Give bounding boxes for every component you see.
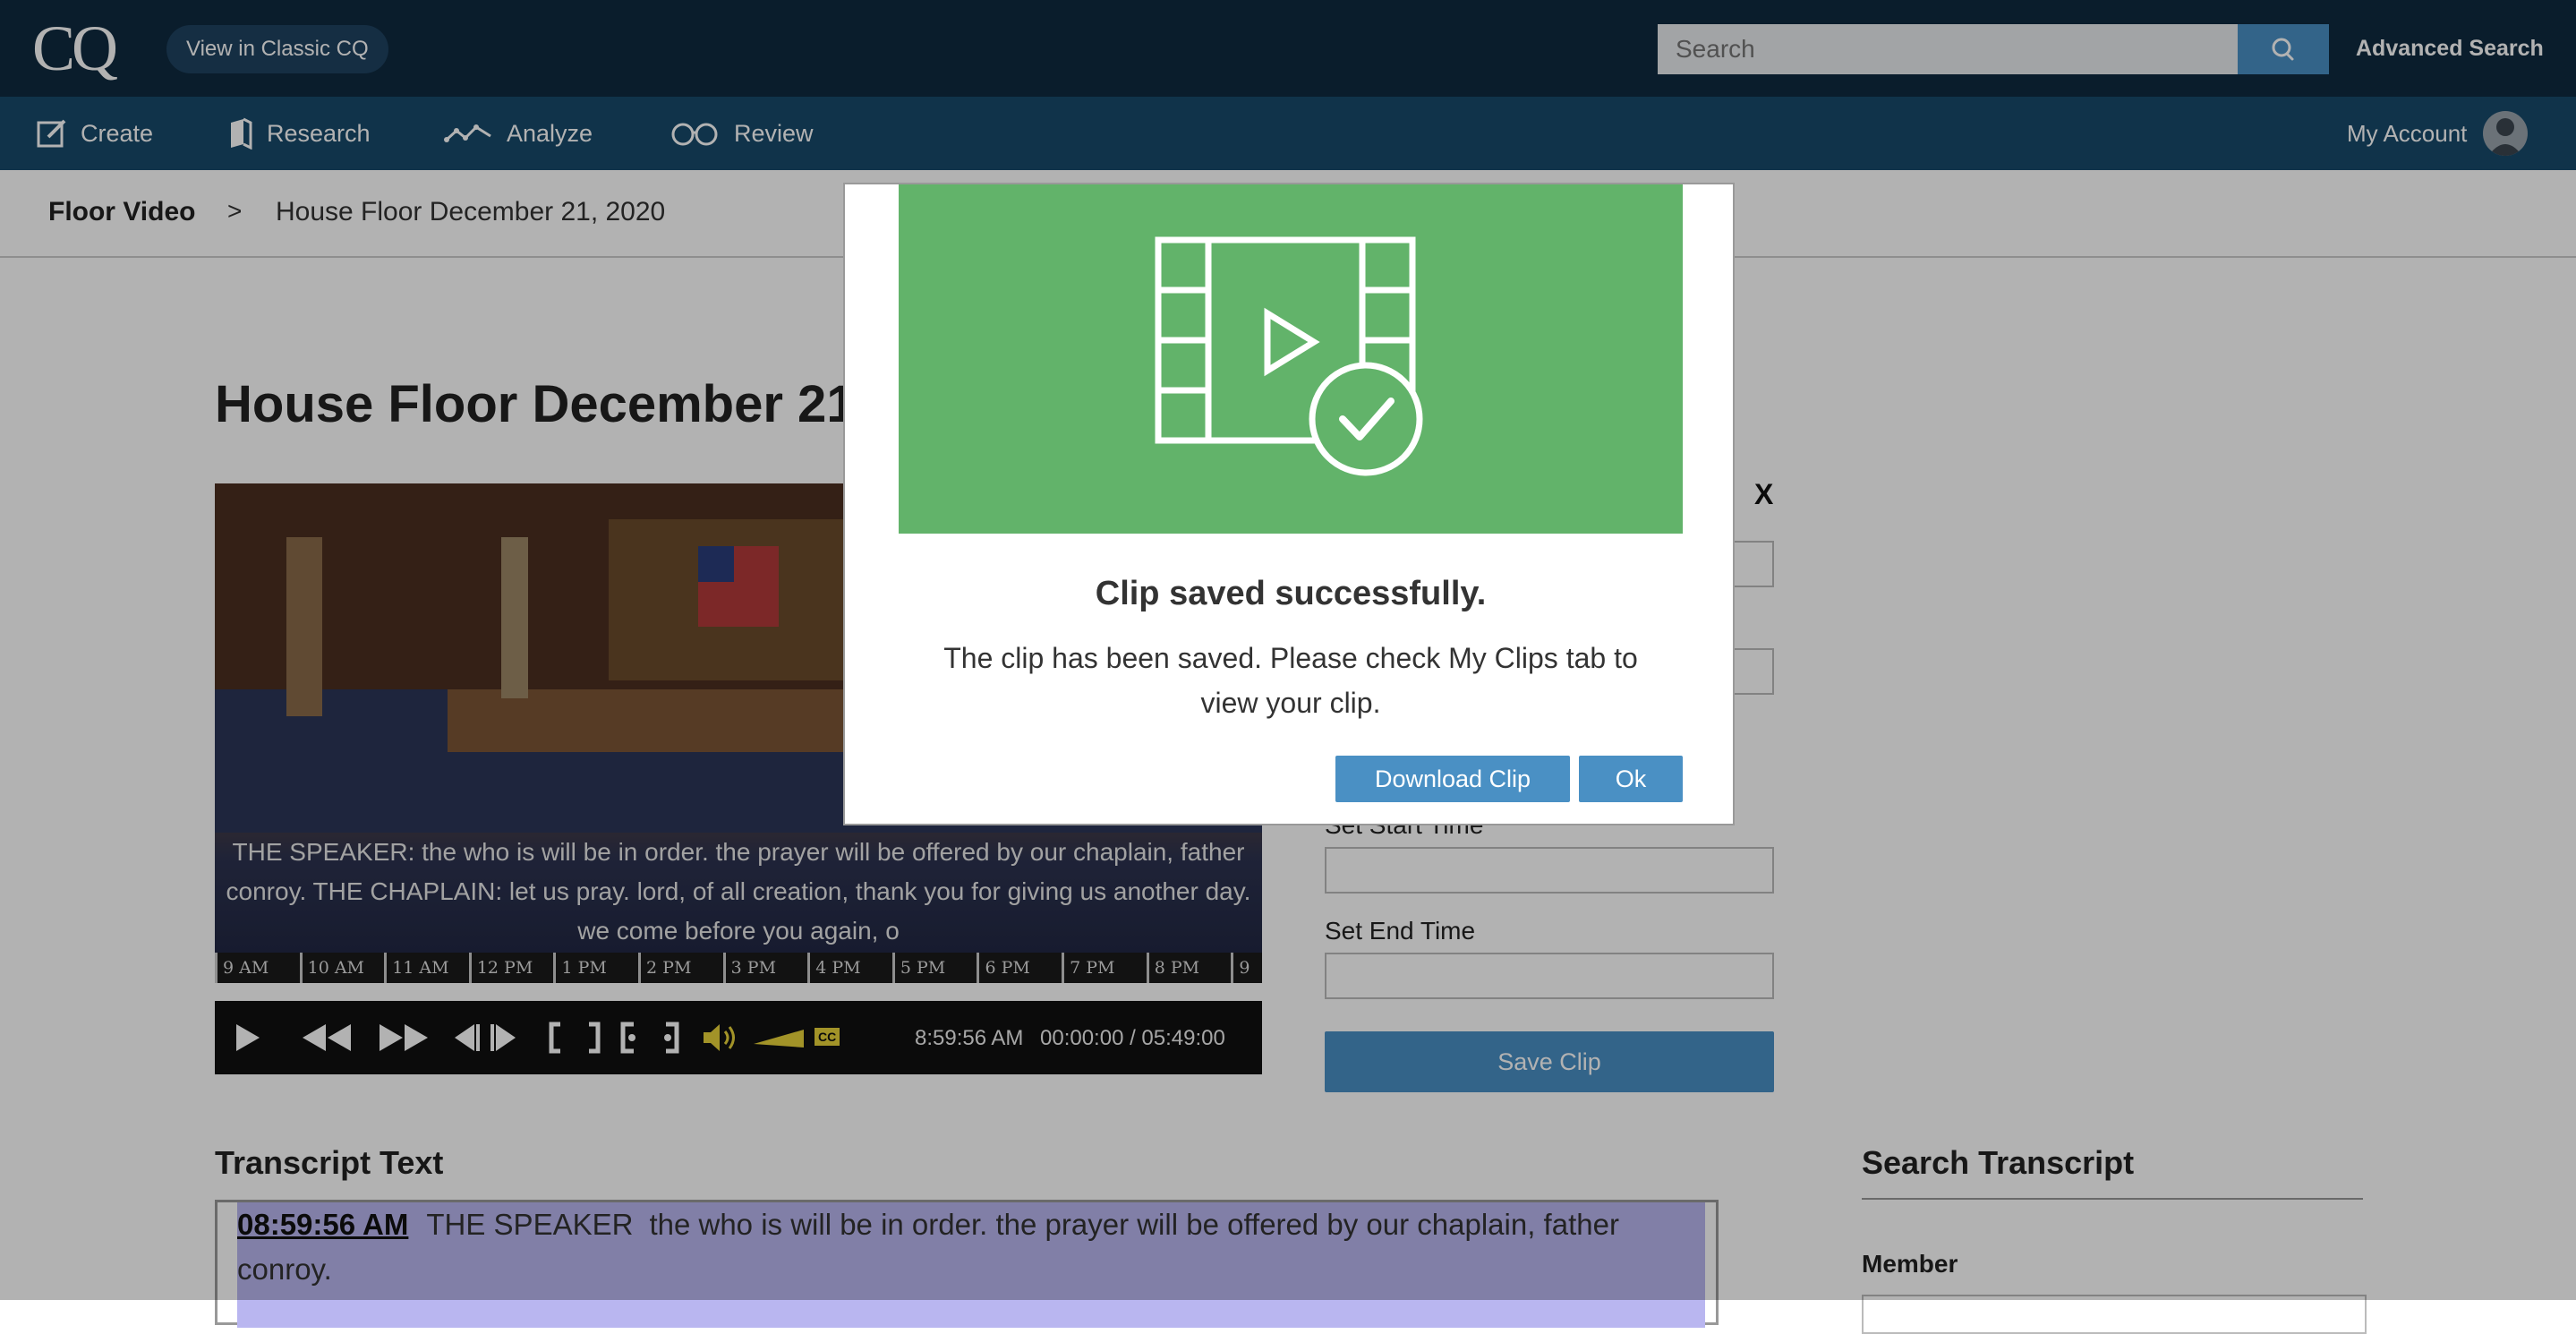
video-saved-check-icon <box>1155 236 1423 476</box>
modal-banner <box>899 184 1683 534</box>
modal-title: Clip saved successfully. <box>1095 575 1487 612</box>
ok-button[interactable]: Ok <box>1579 756 1683 802</box>
download-clip-button[interactable]: Download Clip <box>1335 756 1570 802</box>
member-select[interactable] <box>1862 1295 2367 1334</box>
modal-message: The clip has been saved. Please check My… <box>943 642 1638 719</box>
clip-saved-dialog: Clip saved successfully. The clip has be… <box>843 183 1735 825</box>
